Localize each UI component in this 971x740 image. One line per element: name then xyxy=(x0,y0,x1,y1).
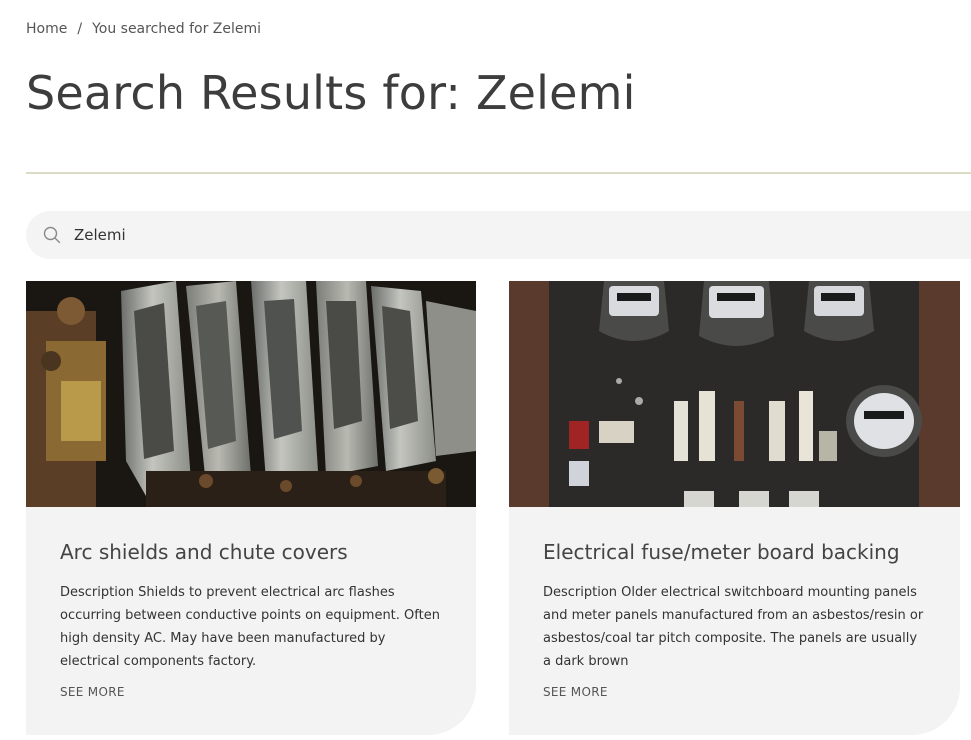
title-divider xyxy=(26,172,971,174)
result-card[interactable]: Arc shields and chute covers Description… xyxy=(26,281,476,735)
search-icon[interactable] xyxy=(42,225,62,245)
result-card-body: Arc shields and chute covers Description… xyxy=(26,507,476,700)
see-more-link[interactable]: SEE MORE xyxy=(543,685,608,699)
search-bar[interactable] xyxy=(26,211,971,259)
result-description: Description Shields to prevent electrica… xyxy=(60,585,440,669)
result-description: Description Older electrical switchboard… xyxy=(543,585,924,669)
see-more-link[interactable]: SEE MORE xyxy=(60,685,125,699)
breadcrumb-home-link[interactable]: Home xyxy=(26,21,67,37)
breadcrumb: Home / You searched for Zelemi xyxy=(26,21,261,37)
page-title: Search Results for: Zelemi xyxy=(26,66,636,120)
result-title[interactable]: Arc shields and chute covers xyxy=(60,539,442,565)
breadcrumb-separator: / xyxy=(77,21,83,37)
breadcrumb-current: You searched for Zelemi xyxy=(92,21,262,37)
result-image-arc-shields[interactable] xyxy=(26,281,476,507)
result-card-body: Electrical fuse/meter board backing Desc… xyxy=(509,507,960,700)
search-input[interactable] xyxy=(72,225,936,245)
search-results-page: Home / You searched for Zelemi Search Re… xyxy=(0,0,971,740)
result-card[interactable]: Electrical fuse/meter board backing Desc… xyxy=(509,281,960,735)
result-title[interactable]: Electrical fuse/meter board backing xyxy=(543,539,926,565)
result-image-meter-board[interactable] xyxy=(509,281,960,507)
